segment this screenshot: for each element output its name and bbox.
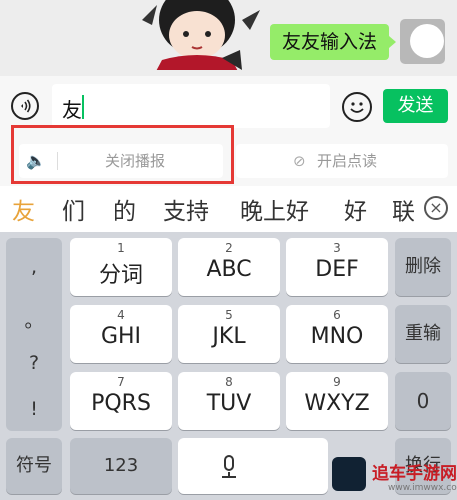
watermark-logo bbox=[332, 457, 366, 491]
microphone-base bbox=[222, 476, 236, 478]
voice-input-icon[interactable] bbox=[11, 92, 39, 120]
key-number: 2 bbox=[225, 241, 233, 255]
symbols-button[interactable]: 符号 bbox=[6, 438, 62, 494]
punct-key[interactable]: , bbox=[6, 256, 62, 278]
text-caret bbox=[82, 95, 84, 119]
punct-key[interactable]: ! bbox=[6, 398, 62, 420]
watermark-url: www.imwwx.com bbox=[388, 483, 457, 493]
key-number: 4 bbox=[117, 308, 125, 322]
key-6[interactable]: 6 MNO bbox=[286, 305, 388, 363]
key-9[interactable]: 9 WXYZ bbox=[286, 372, 388, 430]
highlight-box bbox=[11, 125, 234, 184]
key-1[interactable]: 1 分词 bbox=[70, 238, 172, 296]
candidate-item[interactable]: 联 bbox=[392, 192, 414, 226]
key-label: WXYZ bbox=[304, 391, 370, 416]
message-input-text: 友 bbox=[62, 98, 82, 122]
space-key[interactable] bbox=[178, 438, 328, 494]
key-number: 5 bbox=[225, 308, 233, 322]
key-label: MNO bbox=[310, 324, 364, 349]
sticker-image bbox=[142, 0, 260, 70]
key-8[interactable]: 8 TUV bbox=[178, 372, 280, 430]
key-number: 3 bbox=[333, 241, 341, 255]
key-7[interactable]: 7 PQRS bbox=[70, 372, 172, 430]
reenter-button[interactable]: 重输 bbox=[395, 305, 451, 363]
key-label: PQRS bbox=[91, 391, 151, 416]
read-aloud-label: 开启点读 bbox=[317, 152, 378, 170]
candidate-item[interactable]: 好 bbox=[344, 192, 367, 226]
chat-bubble: 友友输入法 bbox=[270, 24, 397, 60]
chat-area: 友友输入法 bbox=[0, 0, 457, 76]
key-number: 9 bbox=[333, 375, 341, 389]
send-button[interactable]: 发送 bbox=[383, 89, 448, 123]
emoji-icon[interactable] bbox=[342, 92, 372, 122]
close-icon[interactable]: × bbox=[424, 196, 448, 220]
punct-key[interactable]: 。 bbox=[6, 306, 62, 333]
key-label: TUV bbox=[206, 391, 252, 416]
candidate-item[interactable]: 支持 bbox=[163, 192, 209, 226]
key-number: 7 bbox=[117, 375, 125, 389]
watermark-text: 追车手游网 bbox=[372, 464, 457, 484]
read-aloud-button[interactable]: ⊘ 开启点读 bbox=[236, 144, 448, 178]
key-number: 8 bbox=[225, 375, 233, 389]
key-label: JKL bbox=[212, 324, 246, 349]
delete-button[interactable]: 删除 bbox=[395, 238, 451, 296]
message-input[interactable] bbox=[52, 84, 330, 128]
microphone-icon bbox=[224, 455, 234, 471]
key-3[interactable]: 3 DEF bbox=[286, 238, 388, 296]
key-label: 分词 bbox=[98, 263, 143, 288]
avatar[interactable] bbox=[400, 19, 445, 64]
key-label: ABC bbox=[206, 257, 252, 282]
key-4[interactable]: 4 GHI bbox=[70, 305, 172, 363]
key-5[interactable]: 5 JKL bbox=[178, 305, 280, 363]
punct-key[interactable]: ? bbox=[6, 352, 62, 374]
candidate-item[interactable]: 友 bbox=[12, 192, 35, 226]
key-label: DEF bbox=[315, 257, 359, 282]
key-label: GHI bbox=[100, 324, 142, 349]
candidate-item[interactable]: 们 bbox=[62, 192, 85, 226]
key-2[interactable]: 2 ABC bbox=[178, 238, 280, 296]
key-number: 6 bbox=[333, 308, 341, 322]
eye-off-icon: ⊘ bbox=[293, 152, 306, 170]
zero-key[interactable]: 0 bbox=[395, 372, 451, 430]
key-number: 1 bbox=[117, 241, 125, 255]
numbers-button[interactable]: 123 bbox=[70, 438, 172, 494]
candidate-item[interactable]: 的 bbox=[113, 192, 136, 226]
candidate-item[interactable]: 晚上好 bbox=[240, 192, 309, 226]
